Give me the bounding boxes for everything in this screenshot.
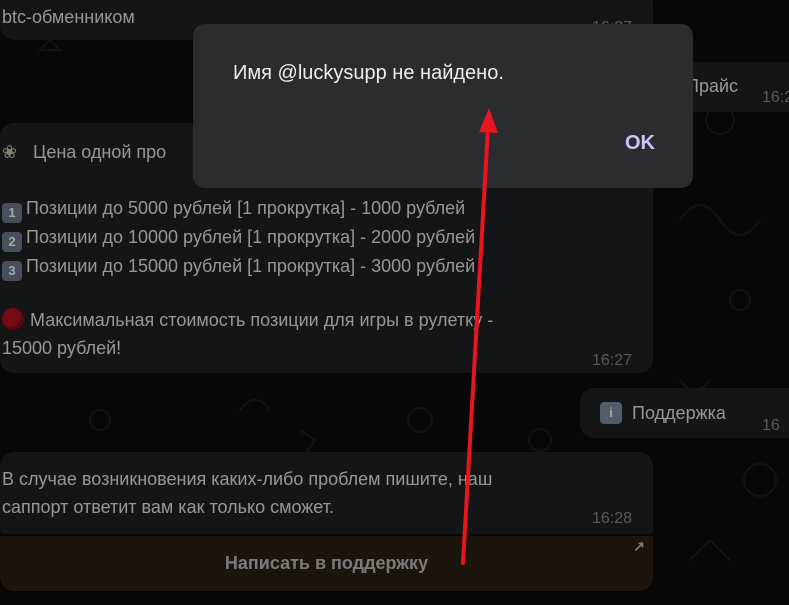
arrow-shaft <box>461 126 490 565</box>
arrow-head <box>479 108 498 133</box>
annotation-arrow <box>461 108 498 565</box>
